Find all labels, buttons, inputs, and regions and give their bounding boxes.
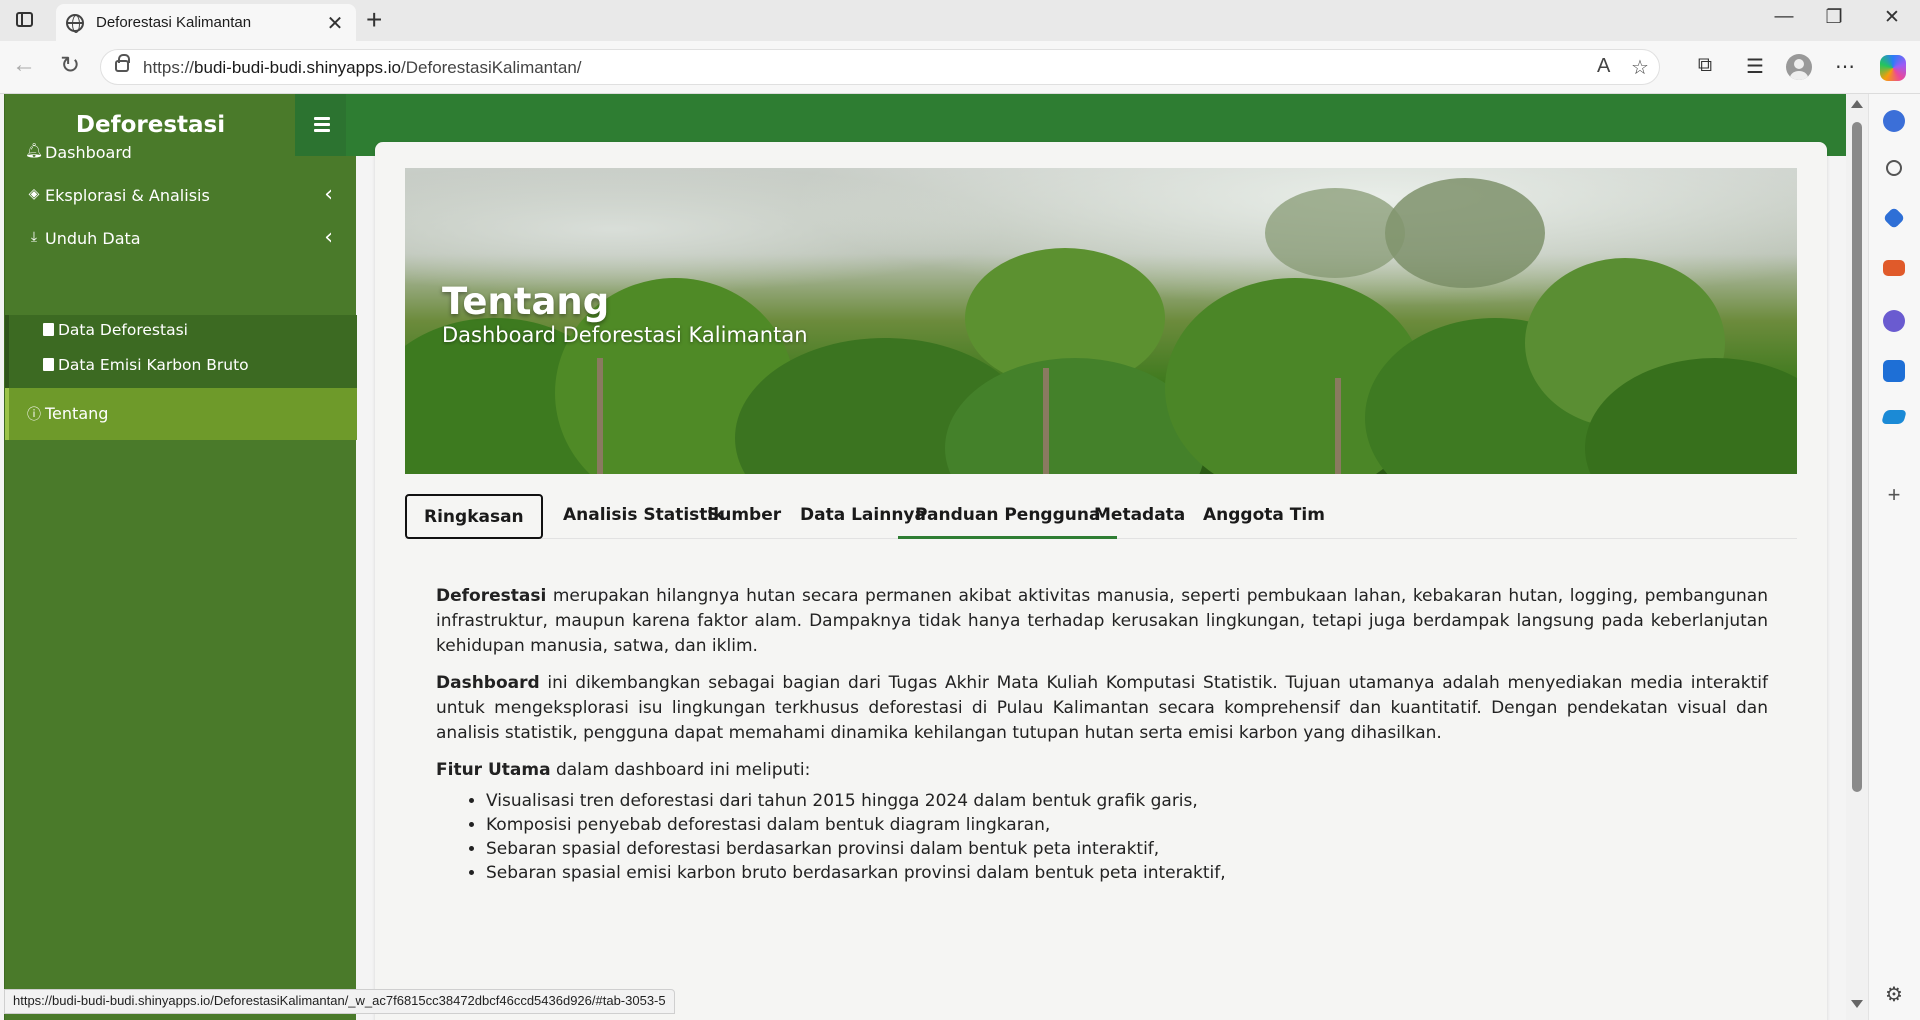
- menu-unduh-data[interactable]: ⤓ Unduh Data ‹: [5, 213, 357, 265]
- hero-subtitle: Dashboard Deforestasi Kalimantan: [442, 323, 808, 347]
- site-info-icon[interactable]: [115, 54, 130, 72]
- scroll-down-icon[interactable]: [1851, 1000, 1863, 1008]
- hamburger-menu-icon[interactable]: [295, 94, 346, 156]
- copilot-side-icon[interactable]: [1883, 110, 1905, 132]
- reload-icon[interactable]: ↻: [54, 51, 86, 80]
- paragraph-dashboard: Dashboard ini dikembangkan sebagai bagia…: [436, 673, 1768, 743]
- chevron-left-icon: ‹: [324, 225, 333, 250]
- close-window-icon[interactable]: ✕: [1872, 6, 1912, 29]
- back-icon[interactable]: ←: [8, 51, 40, 79]
- settings-gear-icon[interactable]: ⚙: [1883, 984, 1905, 1006]
- info-icon: ⓘ: [27, 407, 41, 423]
- tab-sumber[interactable]: Sumber: [690, 494, 798, 539]
- outlook-icon[interactable]: [1883, 360, 1905, 382]
- hero-banner: Tentang Dashboard Deforestasi Kalimantan: [405, 168, 1797, 474]
- list-item: Sebaran spasial deforestasi berdasarkan …: [486, 837, 1768, 861]
- scrollbar-thumb[interactable]: [1852, 122, 1862, 792]
- page-tabs: Ringkasan Analisis Statistik Sumber Data…: [405, 494, 1797, 539]
- games-icon[interactable]: [1883, 310, 1905, 332]
- file-icon: [43, 323, 54, 336]
- bell-icon: 🔔︎: [25, 143, 43, 159]
- search-icon[interactable]: [1886, 160, 1902, 176]
- list-item: Komposisi penyebab deforestasi dalam ben…: [486, 813, 1768, 837]
- copilot-icon[interactable]: [1880, 55, 1906, 81]
- tab-metadata[interactable]: Metadata: [1077, 494, 1202, 539]
- tab-anggota-tim[interactable]: Anggota Tim: [1186, 494, 1342, 539]
- address-bar-row: ← ↻ https://budi-budi-budi.shinyapps.io/…: [0, 41, 1920, 94]
- unduh-submenu: Data Deforestasi Data Emisi Karbon Bruto: [5, 315, 357, 388]
- url-field[interactable]: https://budi-budi-budi.shinyapps.io/Defo…: [100, 49, 1660, 85]
- list-item: Visualisasi tren deforestasi dari tahun …: [486, 789, 1768, 813]
- shopping-tag-icon[interactable]: [1882, 206, 1906, 230]
- scroll-up-icon[interactable]: [1851, 100, 1863, 108]
- submenu-data-deforestasi[interactable]: Data Deforestasi: [43, 321, 188, 339]
- page-scrollbar[interactable]: [1846, 94, 1868, 1020]
- extensions-icon[interactable]: ⧉: [1690, 54, 1720, 77]
- tools-icon[interactable]: [1883, 260, 1905, 276]
- send-icon[interactable]: [1881, 410, 1907, 424]
- browser-tab[interactable]: Deforestasi Kalimantan ✕: [56, 4, 356, 41]
- close-tab-icon[interactable]: ✕: [324, 11, 346, 36]
- favorites-icon[interactable]: ☰: [1740, 54, 1770, 79]
- favorite-star-icon[interactable]: ☆: [1631, 55, 1649, 80]
- feature-list: Visualisasi tren deforestasi dari tahun …: [486, 789, 1768, 885]
- tab-title: Deforestasi Kalimantan: [96, 14, 252, 31]
- profile-avatar[interactable]: [1786, 54, 1812, 80]
- browser-tab-bar: Deforestasi Kalimantan ✕ + — ❐ ✕: [0, 0, 1920, 41]
- tab-ringkasan[interactable]: Ringkasan: [405, 494, 543, 539]
- read-aloud-icon[interactable]: A: [1597, 55, 1610, 78]
- more-menu-icon[interactable]: ⋯: [1830, 54, 1860, 79]
- tab-actions-icon[interactable]: [16, 12, 33, 27]
- new-tab-icon[interactable]: +: [366, 4, 382, 36]
- chevron-left-icon: ‹: [324, 182, 333, 207]
- file-icon: [43, 358, 54, 371]
- download-icon: ⤓: [30, 229, 38, 245]
- globe-icon: [66, 14, 84, 33]
- status-bar-url: https://budi-budi-budi.shinyapps.io/Defo…: [4, 989, 675, 1014]
- list-item: Sebaran spasial emisi karbon bruto berda…: [486, 861, 1768, 885]
- edge-sidebar: + ⚙: [1868, 94, 1920, 1020]
- about-content: Deforestasi merupakan hilangnya hutan se…: [436, 584, 1768, 885]
- hero-title: Tentang: [442, 280, 610, 323]
- add-icon[interactable]: +: [1883, 484, 1905, 506]
- minimize-icon[interactable]: —: [1764, 6, 1804, 28]
- restore-icon[interactable]: ❐: [1814, 6, 1854, 29]
- sidebar: Deforestasi 🔔︎ Dashboard ◈ Eksplorasi & …: [4, 94, 357, 1020]
- url-text: https://budi-budi-budi.shinyapps.io/Defo…: [143, 58, 582, 77]
- paragraph-fitur: Fitur Utama dalam dashboard ini meliputi…: [436, 760, 811, 780]
- layers-icon: ◈: [28, 186, 40, 202]
- menu-tentang[interactable]: ⓘ Tentang: [5, 388, 357, 440]
- shiny-app: Deforestasi 🔔︎ Dashboard ◈ Eksplorasi & …: [4, 94, 1846, 1020]
- paragraph-deforestasi: Deforestasi merupakan hilangnya hutan se…: [436, 586, 1768, 656]
- submenu-data-emisi[interactable]: Data Emisi Karbon Bruto: [43, 356, 249, 374]
